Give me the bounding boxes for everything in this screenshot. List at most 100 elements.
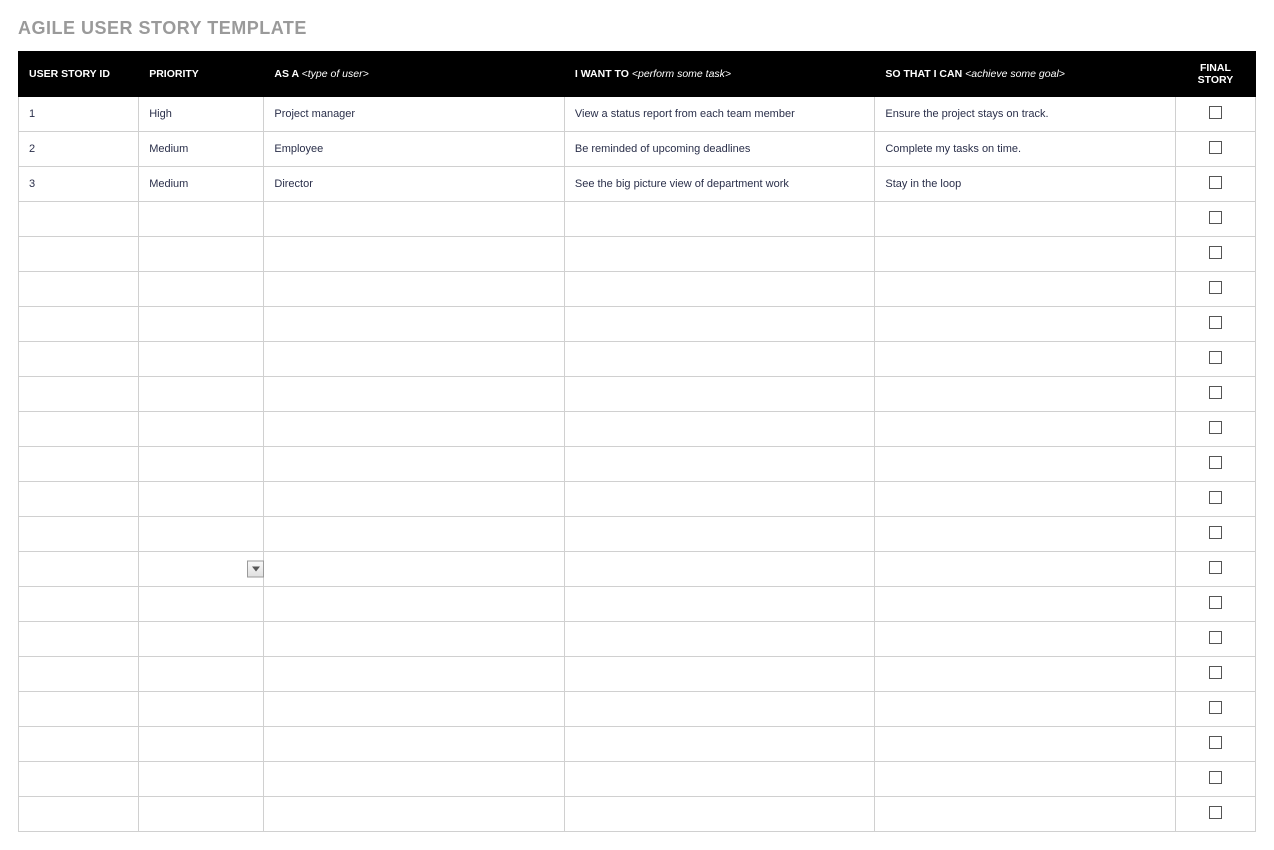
cell-asa[interactable]: [264, 342, 564, 377]
final-story-checkbox[interactable]: [1209, 806, 1222, 819]
cell-id[interactable]: [19, 727, 139, 762]
cell-id[interactable]: [19, 237, 139, 272]
cell-priority[interactable]: [139, 307, 264, 342]
cell-id[interactable]: [19, 447, 139, 482]
cell-sothat[interactable]: Stay in the loop: [875, 167, 1175, 202]
cell-priority[interactable]: Medium: [139, 167, 264, 202]
cell-priority[interactable]: [139, 482, 264, 517]
cell-priority[interactable]: [139, 342, 264, 377]
cell-sothat[interactable]: [875, 657, 1175, 692]
cell-sothat[interactable]: [875, 342, 1175, 377]
final-story-checkbox[interactable]: [1209, 631, 1222, 644]
cell-asa[interactable]: [264, 622, 564, 657]
final-story-checkbox[interactable]: [1209, 421, 1222, 434]
cell-id[interactable]: [19, 797, 139, 832]
final-story-checkbox[interactable]: [1209, 386, 1222, 399]
cell-asa[interactable]: [264, 692, 564, 727]
final-story-checkbox[interactable]: [1209, 246, 1222, 259]
final-story-checkbox[interactable]: [1209, 211, 1222, 224]
cell-asa[interactable]: [264, 237, 564, 272]
cell-iwant[interactable]: [564, 622, 875, 657]
final-story-checkbox[interactable]: [1209, 666, 1222, 679]
cell-priority[interactable]: [139, 237, 264, 272]
dropdown-caret-icon[interactable]: [247, 561, 264, 578]
cell-asa[interactable]: [264, 587, 564, 622]
cell-priority[interactable]: [139, 377, 264, 412]
final-story-checkbox[interactable]: [1209, 141, 1222, 154]
cell-iwant[interactable]: [564, 377, 875, 412]
final-story-checkbox[interactable]: [1209, 106, 1222, 119]
cell-iwant[interactable]: [564, 587, 875, 622]
final-story-checkbox[interactable]: [1209, 561, 1222, 574]
final-story-checkbox[interactable]: [1209, 176, 1222, 189]
cell-id[interactable]: [19, 587, 139, 622]
cell-sothat[interactable]: [875, 482, 1175, 517]
cell-asa[interactable]: [264, 517, 564, 552]
cell-id[interactable]: 3: [19, 167, 139, 202]
cell-iwant[interactable]: [564, 412, 875, 447]
final-story-checkbox[interactable]: [1209, 281, 1222, 294]
cell-asa[interactable]: [264, 762, 564, 797]
cell-iwant[interactable]: See the big picture view of department w…: [564, 167, 875, 202]
cell-sothat[interactable]: [875, 447, 1175, 482]
cell-priority[interactable]: [139, 447, 264, 482]
cell-sothat[interactable]: [875, 272, 1175, 307]
cell-sothat[interactable]: [875, 727, 1175, 762]
cell-iwant[interactable]: [564, 762, 875, 797]
cell-id[interactable]: [19, 307, 139, 342]
final-story-checkbox[interactable]: [1209, 456, 1222, 469]
cell-asa[interactable]: [264, 377, 564, 412]
cell-priority[interactable]: [139, 727, 264, 762]
cell-priority[interactable]: [139, 797, 264, 832]
final-story-checkbox[interactable]: [1209, 701, 1222, 714]
cell-id[interactable]: [19, 342, 139, 377]
cell-sothat[interactable]: [875, 307, 1175, 342]
cell-asa[interactable]: [264, 657, 564, 692]
cell-asa[interactable]: [264, 202, 564, 237]
cell-asa[interactable]: [264, 272, 564, 307]
cell-sothat[interactable]: Complete my tasks on time.: [875, 132, 1175, 167]
final-story-checkbox[interactable]: [1209, 736, 1222, 749]
cell-sothat[interactable]: [875, 517, 1175, 552]
cell-sothat[interactable]: [875, 692, 1175, 727]
final-story-checkbox[interactable]: [1209, 596, 1222, 609]
cell-id[interactable]: [19, 272, 139, 307]
cell-priority[interactable]: [139, 622, 264, 657]
cell-sothat[interactable]: [875, 237, 1175, 272]
cell-iwant[interactable]: [564, 482, 875, 517]
cell-asa[interactable]: [264, 727, 564, 762]
cell-priority[interactable]: [139, 657, 264, 692]
cell-iwant[interactable]: View a status report from each team memb…: [564, 97, 875, 132]
cell-asa[interactable]: Director: [264, 167, 564, 202]
cell-iwant[interactable]: [564, 202, 875, 237]
cell-asa[interactable]: [264, 412, 564, 447]
cell-priority[interactable]: [139, 412, 264, 447]
cell-asa[interactable]: [264, 797, 564, 832]
final-story-checkbox[interactable]: [1209, 526, 1222, 539]
cell-iwant[interactable]: [564, 342, 875, 377]
cell-sothat[interactable]: [875, 587, 1175, 622]
cell-id[interactable]: [19, 692, 139, 727]
cell-id[interactable]: [19, 622, 139, 657]
cell-priority[interactable]: [139, 762, 264, 797]
cell-iwant[interactable]: [564, 797, 875, 832]
cell-asa[interactable]: [264, 447, 564, 482]
final-story-checkbox[interactable]: [1209, 316, 1222, 329]
cell-id[interactable]: 1: [19, 97, 139, 132]
cell-asa[interactable]: [264, 482, 564, 517]
cell-iwant[interactable]: [564, 517, 875, 552]
cell-id[interactable]: [19, 482, 139, 517]
final-story-checkbox[interactable]: [1209, 771, 1222, 784]
cell-sothat[interactable]: [875, 622, 1175, 657]
cell-asa[interactable]: Project manager: [264, 97, 564, 132]
cell-iwant[interactable]: [564, 727, 875, 762]
cell-id[interactable]: [19, 762, 139, 797]
cell-asa[interactable]: Employee: [264, 132, 564, 167]
cell-id[interactable]: 2: [19, 132, 139, 167]
cell-id[interactable]: [19, 657, 139, 692]
cell-priority[interactable]: [139, 272, 264, 307]
cell-id[interactable]: [19, 412, 139, 447]
cell-sothat[interactable]: [875, 377, 1175, 412]
cell-iwant[interactable]: Be reminded of upcoming deadlines: [564, 132, 875, 167]
cell-iwant[interactable]: [564, 447, 875, 482]
